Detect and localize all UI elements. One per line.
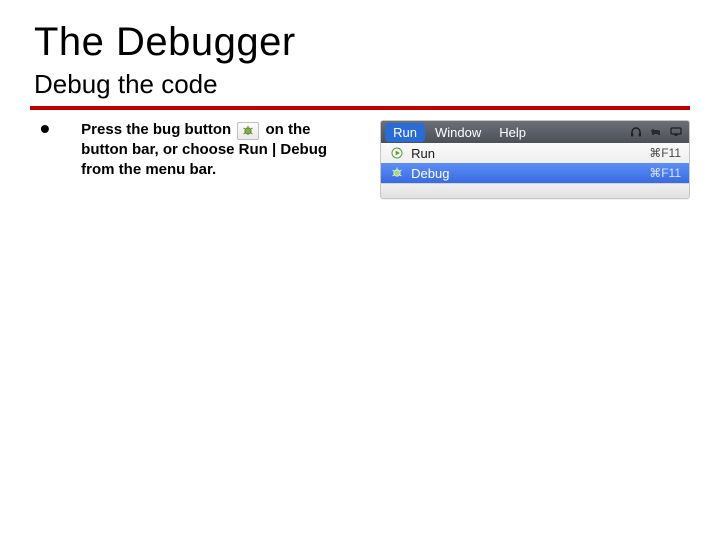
- menu-help[interactable]: Help: [491, 123, 534, 142]
- menu-screenshot: Run Window Help: [380, 120, 690, 199]
- run-icon: [389, 145, 405, 161]
- display-icon: [667, 124, 685, 140]
- menubar: Run Window Help: [381, 121, 689, 143]
- debug-icon: [389, 165, 405, 181]
- menuitem-debug[interactable]: Debug ⌘F11: [381, 163, 689, 183]
- toolbar-strip: [381, 183, 689, 198]
- menuitem-debug-shortcut: ⌘F11: [649, 166, 681, 180]
- menuitem-run-shortcut: ⌘F11: [649, 146, 681, 160]
- menu-window[interactable]: Window: [427, 123, 489, 142]
- menuitem-run-label: Run: [411, 146, 643, 161]
- body-row: • Press the bug button on the button bar…: [30, 120, 690, 199]
- page-title: The Debugger: [34, 20, 690, 65]
- elephant-icon: [647, 124, 665, 140]
- menu-run[interactable]: Run: [385, 123, 425, 142]
- headphones-icon: [627, 124, 645, 140]
- bug-icon: [237, 122, 259, 140]
- menuitem-debug-label: Debug: [411, 166, 643, 181]
- menuitem-run[interactable]: Run ⌘F11: [381, 143, 689, 163]
- body-part-1: Press the bug button: [81, 121, 235, 138]
- body-text: Press the bug button on the button bar, …: [81, 120, 360, 180]
- divider: [30, 106, 690, 110]
- page-subtitle: Debug the code: [34, 69, 690, 100]
- dropdown: Run ⌘F11 Debug: [381, 143, 689, 183]
- bullet: •: [40, 120, 61, 138]
- slide: The Debugger Debug the code • Press the …: [0, 0, 720, 540]
